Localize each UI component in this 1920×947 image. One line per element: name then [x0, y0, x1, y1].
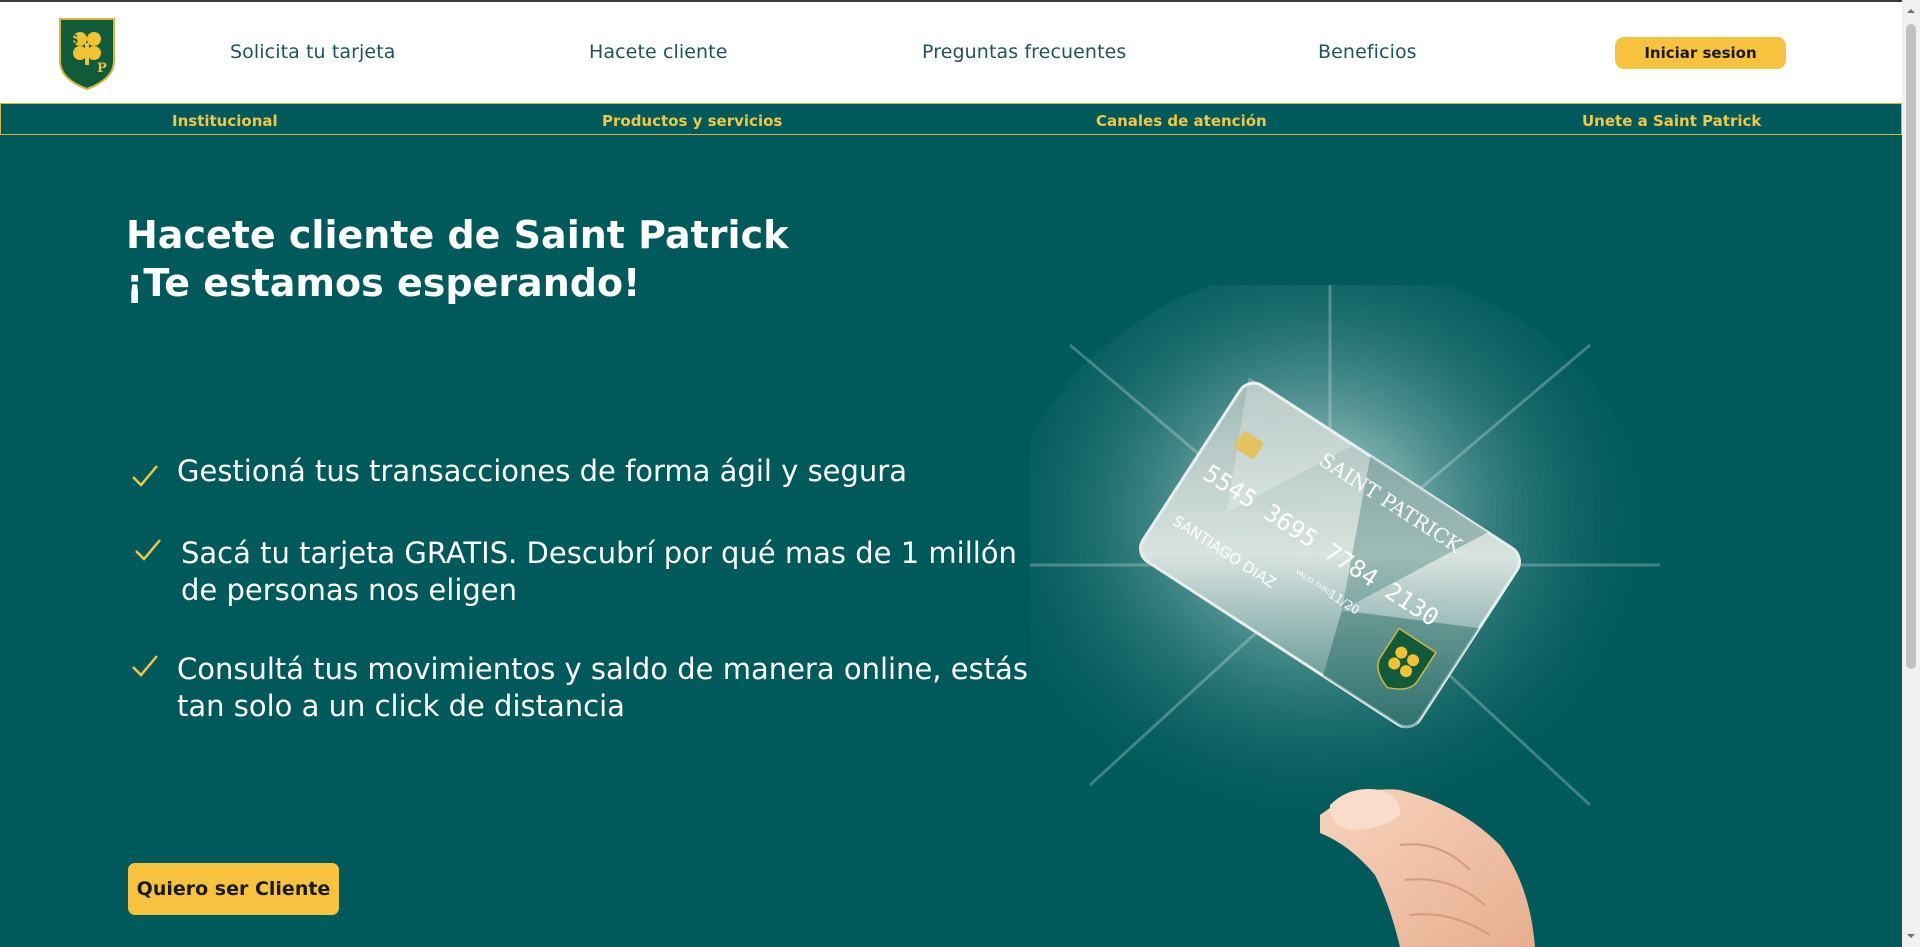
top-header: S P Solicita tu tarjeta Hacete cliente P… — [0, 0, 1902, 103]
svg-text:S: S — [69, 33, 78, 48]
nav-preguntas-frecuentes[interactable]: Preguntas frecuentes — [922, 41, 1126, 63]
benefit-text-line-2: tan solo a un click de distancia — [177, 689, 625, 723]
check-icon — [135, 539, 161, 561]
chevron-up-icon[interactable] — [1906, 6, 1916, 16]
benefit-item: Sacá tu tarjeta GRATIS. Descubrí por qué… — [130, 535, 1030, 615]
hero-title-line-1: Hacete cliente de Saint Patrick — [126, 213, 789, 257]
benefit-text-line-1: Consultá tus movimientos y saldo de mane… — [177, 652, 1028, 686]
subnav-institucional[interactable]: Institucional — [172, 112, 278, 130]
benefit-text: Consultá tus movimientos y saldo de mane… — [177, 651, 1028, 725]
check-icon — [132, 655, 158, 677]
svg-text:P: P — [97, 61, 107, 76]
login-button[interactable]: Iniciar sesion — [1615, 37, 1786, 69]
scrollbar-thumb[interactable] — [1906, 24, 1916, 669]
nav-beneficios[interactable]: Beneficios — [1318, 41, 1417, 63]
benefit-text-line-2: de personas nos eligen — [181, 573, 518, 607]
secondary-nav: Institucional Productos y servicios Cana… — [0, 103, 1902, 135]
chevron-down-icon[interactable] — [1906, 931, 1916, 941]
hero-section: Hacete cliente de Saint Patrick ¡Te esta… — [0, 135, 1902, 947]
quiero-ser-cliente-button[interactable]: Quiero ser Cliente — [128, 863, 339, 915]
nav-hacete-cliente[interactable]: Hacete cliente — [589, 41, 728, 63]
benefit-item: Consultá tus movimientos y saldo de mane… — [130, 651, 1030, 731]
benefit-text: Sacá tu tarjeta GRATIS. Descubrí por qué… — [181, 535, 1017, 609]
subnav-productos-servicios[interactable]: Productos y servicios — [602, 112, 782, 130]
benefit-text-line-1: Sacá tu tarjeta GRATIS. Descubrí por qué… — [181, 536, 1017, 570]
benefit-item: Gestioná tus transacciones de forma ágil… — [130, 453, 1030, 493]
benefit-text-line-1: Gestioná tus transacciones de forma ágil… — [177, 454, 907, 488]
hand-holding-card-illustration: SAINT PATRICK 5545 3695 7784 2130 SANTIA… — [1030, 285, 1660, 947]
saint-patrick-logo[interactable]: S P — [58, 17, 116, 91]
hero-title-line-2: ¡Te estamos esperando! — [126, 261, 641, 305]
subnav-unete[interactable]: Unete a Saint Patrick — [1582, 112, 1761, 130]
hero-title: Hacete cliente de Saint Patrick ¡Te esta… — [126, 211, 788, 307]
page-scrollbar[interactable] — [1902, 0, 1920, 947]
subnav-canales-atencion[interactable]: Canales de atención — [1096, 112, 1267, 130]
check-icon — [132, 465, 158, 487]
nav-solicita-tarjeta[interactable]: Solicita tu tarjeta — [230, 41, 396, 63]
benefit-text: Gestioná tus transacciones de forma ágil… — [177, 453, 907, 490]
